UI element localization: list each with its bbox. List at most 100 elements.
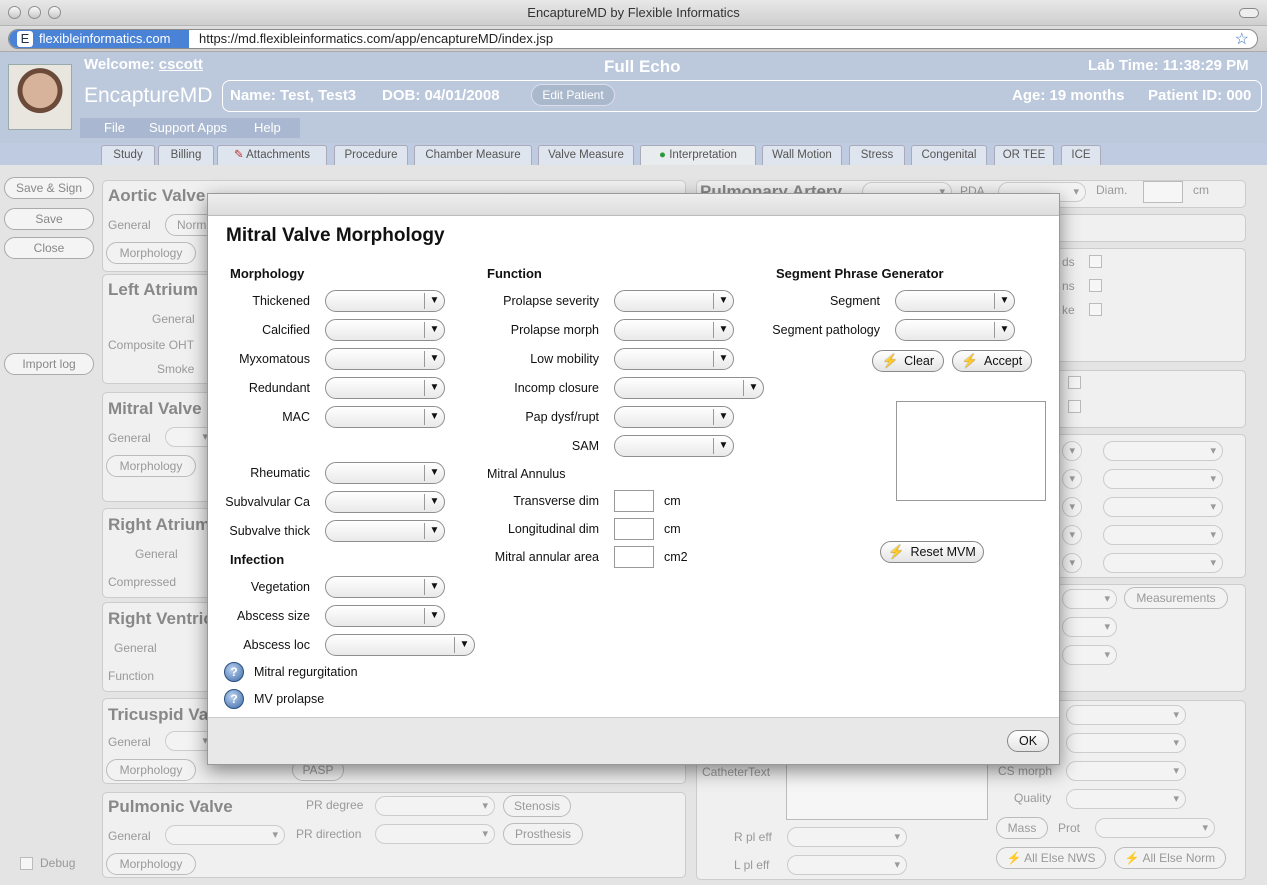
grid-combo-1a[interactable] xyxy=(1062,441,1082,461)
edit-patient-button[interactable]: Edit Patient xyxy=(531,84,615,106)
menu-help[interactable]: Help xyxy=(254,120,281,135)
cs-morph-combo[interactable] xyxy=(1066,761,1186,781)
aortic-morphology-button[interactable]: Morphology xyxy=(106,242,196,264)
ds-checkbox[interactable] xyxy=(1089,255,1102,268)
tab-procedure[interactable]: Procedure xyxy=(334,145,408,165)
meas-combo-2[interactable] xyxy=(1062,617,1117,637)
site-identity[interactable]: Eflexibleinformatics.com xyxy=(9,30,189,48)
vegetation-select[interactable]: ▼ xyxy=(325,576,445,598)
url-field[interactable]: Eflexibleinformatics.com https://md.flex… xyxy=(8,29,1258,49)
bookmark-star-icon[interactable]: ☆ xyxy=(1235,30,1249,48)
all-else-norm-button[interactable]: ⚡ All Else Norm xyxy=(1114,847,1226,869)
thickened-select[interactable]: ▼ xyxy=(325,290,445,312)
cath-combo-2[interactable] xyxy=(1066,733,1186,753)
username-link[interactable]: cscott xyxy=(159,56,203,73)
sam-select[interactable]: ▼ xyxy=(614,435,734,457)
cath-combo-1[interactable] xyxy=(1066,705,1186,725)
mass-button[interactable]: Mass xyxy=(996,817,1048,839)
minimize-window-button[interactable] xyxy=(28,6,41,19)
meas-combo-1[interactable] xyxy=(1062,589,1117,609)
subvalvular-ca-select[interactable]: ▼ xyxy=(325,491,445,513)
abscess-loc-select[interactable]: ▼ xyxy=(325,634,475,656)
abscess-size-select[interactable]: ▼ xyxy=(325,605,445,627)
low-mobility-select[interactable]: ▼ xyxy=(614,348,734,370)
segment-phrase-textarea[interactable] xyxy=(896,401,1046,501)
subvalve-thick-select[interactable]: ▼ xyxy=(325,520,445,542)
ns-checkbox[interactable] xyxy=(1089,279,1102,292)
pv-morphology-button[interactable]: Morphology xyxy=(106,853,196,875)
ke-checkbox[interactable] xyxy=(1089,303,1102,316)
grid-combo-2b[interactable] xyxy=(1103,469,1223,489)
dialog-titlebar[interactable] xyxy=(208,194,1059,216)
prot-combo[interactable] xyxy=(1095,818,1215,838)
close-window-button[interactable] xyxy=(8,6,21,19)
prolapse-severity-select[interactable]: ▼ xyxy=(614,290,734,312)
rheumatic-select[interactable]: ▼ xyxy=(325,462,445,484)
pr-degree-combo[interactable] xyxy=(375,796,495,816)
tab-interpretation[interactable]: ● Interpretation xyxy=(640,145,756,165)
diam-field[interactable] xyxy=(1143,181,1183,203)
measurements-button[interactable]: Measurements xyxy=(1124,587,1228,609)
pv-stenosis-button[interactable]: Stenosis xyxy=(503,795,571,817)
menu-support-apps[interactable]: Support Apps xyxy=(149,120,227,135)
tv-morphology-button[interactable]: Morphology xyxy=(106,759,196,781)
pv-general-combo[interactable] xyxy=(165,825,285,845)
grid-combo-5b[interactable] xyxy=(1103,553,1223,573)
prolapse-morph-select[interactable]: ▼ xyxy=(614,319,734,341)
incomp-closure-select[interactable]: ▼ xyxy=(614,377,764,399)
zoom-window-button[interactable] xyxy=(48,6,61,19)
toolbar-toggle-button[interactable] xyxy=(1239,8,1259,18)
segment-select[interactable]: ▼ xyxy=(895,290,1015,312)
calcified-select[interactable]: ▼ xyxy=(325,319,445,341)
mv-prolapse-link[interactable]: MV prolapse xyxy=(254,692,324,706)
save-button[interactable]: Save xyxy=(4,208,94,230)
accept-button[interactable]: ⚡ Accept xyxy=(952,350,1032,372)
redundant-select[interactable]: ▼ xyxy=(325,377,445,399)
quality-combo[interactable] xyxy=(1066,789,1186,809)
tab-valve-measure[interactable]: Valve Measure xyxy=(538,145,634,165)
grid-combo-3a[interactable] xyxy=(1062,497,1082,517)
help-icon[interactable]: ? xyxy=(224,662,244,682)
grid-combo-4a[interactable] xyxy=(1062,525,1082,545)
flag-checkbox-2[interactable] xyxy=(1068,400,1081,413)
all-else-nws-button[interactable]: ⚡ All Else NWS xyxy=(996,847,1106,869)
debug-checkbox[interactable] xyxy=(20,857,33,870)
pr-direction-combo[interactable] xyxy=(375,824,495,844)
grid-combo-1b[interactable] xyxy=(1103,441,1223,461)
l-pl-eff-combo[interactable] xyxy=(787,855,907,875)
tab-study[interactable]: Study xyxy=(101,145,155,165)
mitral-regurgitation-link[interactable]: Mitral regurgitation xyxy=(254,665,358,679)
pv-prosthesis-button[interactable]: Prosthesis xyxy=(503,823,583,845)
tab-chamber-measure[interactable]: Chamber Measure xyxy=(414,145,532,165)
tab-attachments[interactable]: ✎ Attachments xyxy=(217,145,327,165)
grid-combo-4b[interactable] xyxy=(1103,525,1223,545)
save-sign-button[interactable]: Save & Sign xyxy=(4,177,94,199)
grid-combo-3b[interactable] xyxy=(1103,497,1223,517)
mitral-annular-area-input[interactable] xyxy=(614,546,654,568)
ok-button[interactable]: OK xyxy=(1007,730,1049,752)
meas-combo-3[interactable] xyxy=(1062,645,1117,665)
tab-stress[interactable]: Stress xyxy=(849,145,905,165)
mac-select[interactable]: ▼ xyxy=(325,406,445,428)
segment-pathology-select[interactable]: ▼ xyxy=(895,319,1015,341)
reset-mvm-button[interactable]: ⚡ Reset MVM xyxy=(880,541,984,563)
grid-combo-5a[interactable] xyxy=(1062,553,1082,573)
menu-file[interactable]: File xyxy=(104,120,125,135)
catheter-textarea[interactable] xyxy=(786,760,988,820)
transverse-dim-input[interactable] xyxy=(614,490,654,512)
tab-ice[interactable]: ICE xyxy=(1061,145,1101,165)
tab-or-tee[interactable]: OR TEE xyxy=(994,145,1054,165)
pap-dysf-rupt-select[interactable]: ▼ xyxy=(614,406,734,428)
flag-checkbox-1[interactable] xyxy=(1068,376,1081,389)
grid-combo-2a[interactable] xyxy=(1062,469,1082,489)
tab-congenital[interactable]: Congenital xyxy=(911,145,987,165)
clear-button[interactable]: ⚡ Clear xyxy=(872,350,944,372)
mv-morphology-button[interactable]: Morphology xyxy=(106,455,196,477)
tab-billing[interactable]: Billing xyxy=(158,145,214,165)
import-log-button[interactable]: Import log xyxy=(4,353,94,375)
myxomatous-select[interactable]: ▼ xyxy=(325,348,445,370)
r-pl-eff-combo[interactable] xyxy=(787,827,907,847)
longitudinal-dim-input[interactable] xyxy=(614,518,654,540)
close-button[interactable]: Close xyxy=(4,237,94,259)
tab-wall-motion[interactable]: Wall Motion xyxy=(762,145,842,165)
